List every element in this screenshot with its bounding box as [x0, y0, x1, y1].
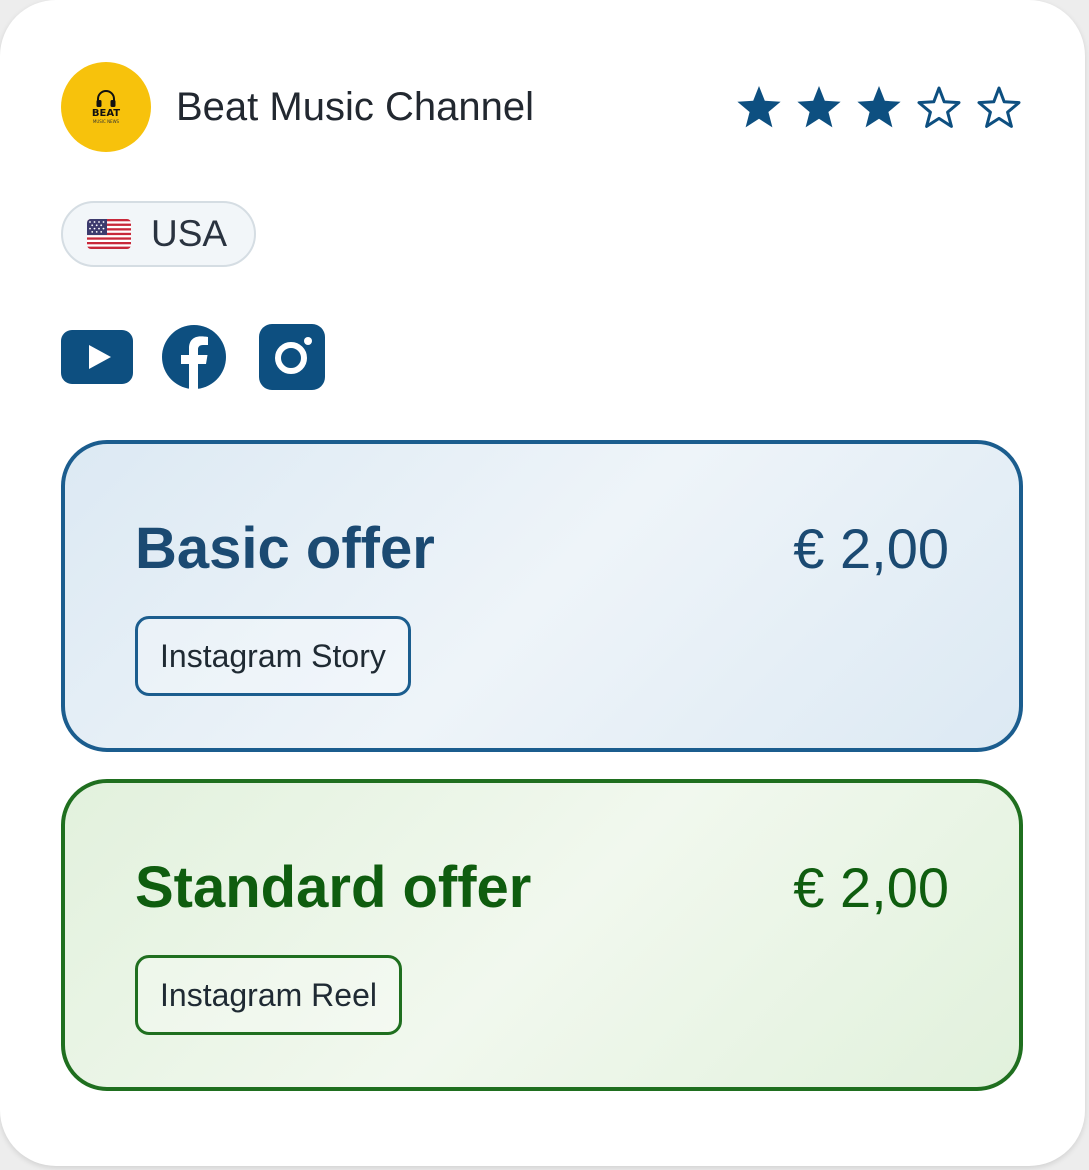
- channel-card[interactable]: BEAT MUSIC NEWS Beat Music Channel USA B…: [0, 0, 1085, 1166]
- country-badge: USA: [61, 201, 256, 267]
- star-empty-icon: [915, 84, 963, 130]
- offer-price: € 2,00: [793, 856, 949, 919]
- star-filled-icon: [795, 84, 843, 130]
- channel-logo: BEAT MUSIC NEWS: [61, 62, 151, 152]
- channel-header: BEAT MUSIC NEWS Beat Music Channel: [61, 62, 1023, 152]
- us-flag-icon: [87, 219, 131, 249]
- star-filled-icon: [735, 84, 783, 130]
- youtube-icon: [61, 330, 133, 384]
- youtube-link[interactable]: [61, 330, 133, 384]
- offer-card-basic[interactable]: Basic offer € 2,00 Instagram Story: [61, 440, 1023, 752]
- rating-stars: [735, 84, 1023, 130]
- offer-tag: Instagram Story: [135, 616, 411, 696]
- facebook-icon: [162, 325, 226, 390]
- social-links: [61, 324, 325, 390]
- logo-subtext: MUSIC NEWS: [92, 119, 120, 124]
- logo-text: BEAT: [91, 108, 121, 119]
- offer-title: Basic offer: [135, 516, 435, 581]
- offer-tag: Instagram Reel: [135, 955, 402, 1035]
- star-filled-icon: [855, 84, 903, 130]
- star-empty-icon: [975, 84, 1023, 130]
- facebook-link[interactable]: [161, 324, 227, 390]
- headphones-icon: [96, 90, 116, 107]
- instagram-icon: [259, 324, 325, 390]
- offer-title: Standard offer: [135, 855, 532, 920]
- offer-price: € 2,00: [793, 517, 949, 580]
- offer-card-standard[interactable]: Standard offer € 2,00 Instagram Reel: [61, 779, 1023, 1091]
- country-name: USA: [151, 213, 228, 254]
- channel-name[interactable]: Beat Music Channel: [176, 85, 735, 130]
- instagram-link[interactable]: [259, 324, 325, 390]
